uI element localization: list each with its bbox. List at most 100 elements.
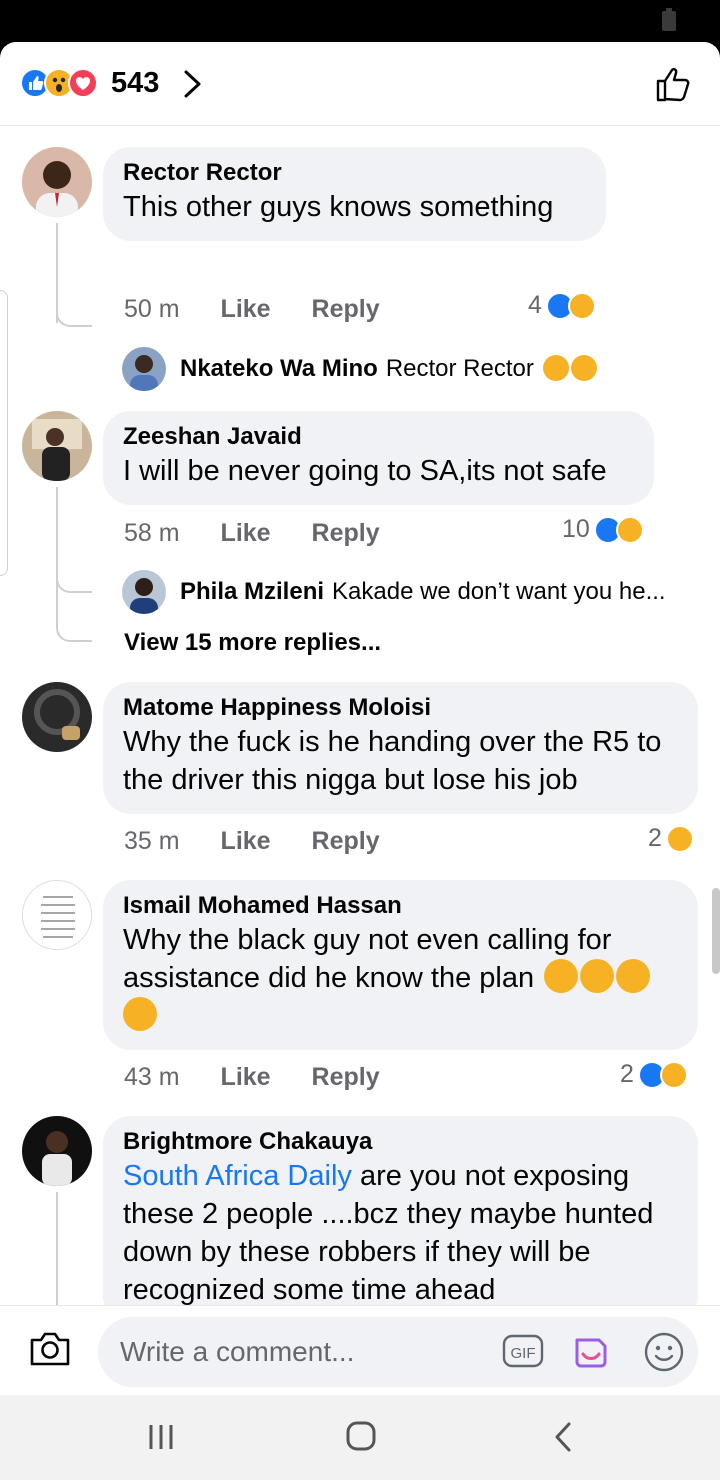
comment-time: 50 m <box>124 295 180 323</box>
reaction-count: 10 <box>562 515 590 543</box>
comment-text-line: Why the black guy not even calling for <box>123 924 612 956</box>
home-icon[interactable] <box>345 1420 377 1452</box>
reply-author[interactable]: Nkateko Wa Mino <box>180 355 378 382</box>
comment-actions: 58 m Like Reply <box>124 519 414 548</box>
comment-bubble[interactable]: Rector Rector This other guys knows some… <box>103 147 606 241</box>
thread-line <box>56 1192 58 1305</box>
love-icon <box>68 68 98 98</box>
avatar[interactable] <box>22 411 92 481</box>
comment-actions: 43 m Like Reply <box>124 1063 414 1092</box>
comment-author[interactable]: Matome Happiness Moloisi <box>123 693 678 723</box>
reaction-count[interactable]: 543 <box>111 67 159 100</box>
avatar[interactable] <box>122 570 166 614</box>
page-mention-link[interactable]: South Africa Daily <box>123 1160 352 1192</box>
avatar[interactable] <box>122 347 166 391</box>
back-icon[interactable] <box>552 1421 574 1453</box>
comment-bubble[interactable]: Brightmore Chakauya South Africa Daily a… <box>103 1116 698 1305</box>
svg-text:GIF: GIF <box>511 1345 536 1362</box>
scrollbar-thumb[interactable] <box>712 888 720 974</box>
haha-icon <box>665 824 694 853</box>
sticker-icon[interactable] <box>571 1332 611 1372</box>
laughing-emoji-icon <box>123 997 157 1031</box>
reply-author[interactable]: Phila Mzileni <box>180 578 324 605</box>
comment-time: 35 m <box>124 827 180 855</box>
comment-text: these 2 people ....bcz they maybe hunted <box>123 1198 654 1230</box>
reply-link[interactable]: Reply <box>312 519 380 547</box>
comment-text-line: are you not exposing <box>351 1160 630 1192</box>
reply-text: Kakade we don’t want you he... <box>332 578 666 605</box>
camera-icon[interactable] <box>28 1328 72 1368</box>
comment-bubble[interactable]: Matome Happiness Moloisi Why the fuck is… <box>103 682 698 814</box>
reply-link[interactable]: Reply <box>312 295 380 323</box>
status-bar <box>0 0 720 42</box>
comment-text: down by these robbers if they will be <box>123 1236 591 1268</box>
reaction-count: 4 <box>528 291 542 319</box>
thread-connector <box>56 622 92 642</box>
reply-link[interactable]: Reply <box>312 1063 380 1091</box>
reaction-count: 2 <box>620 1060 634 1088</box>
comment-actions: 50 m Like Reply <box>124 295 414 324</box>
comment-bubble[interactable]: Ismail Mohamed Hassan Why the black guy … <box>103 880 698 1050</box>
comment-text: recognized some time ahead <box>123 1274 496 1305</box>
gif-icon[interactable]: GIF <box>502 1334 544 1368</box>
reply-preview[interactable]: Nkateko Wa Mino Rector Rector <box>180 355 597 383</box>
comment-text: South Africa Daily are you not exposing <box>123 1157 678 1195</box>
comment-actions: 35 m Like Reply <box>124 827 414 856</box>
reaction-count: 2 <box>648 824 662 852</box>
comment-time: 43 m <box>124 1063 180 1091</box>
comment-text: the driver this nigga but lose his job <box>123 764 578 796</box>
comment-reactions[interactable]: 4 <box>528 291 596 320</box>
laughing-emoji-icon <box>544 959 579 993</box>
view-more-replies-link[interactable]: View 15 more replies... <box>124 629 381 657</box>
reactions-header: 543 <box>0 42 720 126</box>
battery-icon <box>662 8 676 31</box>
comment-text: assistance did he know the plan <box>123 959 678 997</box>
like-link[interactable]: Like <box>221 827 271 855</box>
comment-time: 58 m <box>124 519 180 547</box>
like-link[interactable]: Like <box>221 519 271 547</box>
system-navigation-bar <box>0 1395 720 1480</box>
comment-reactions[interactable]: 2 <box>648 824 694 853</box>
comment-author[interactable]: Rector Rector <box>123 158 586 188</box>
laughing-emoji-icon <box>616 959 651 993</box>
emoji-icon[interactable] <box>643 1331 685 1373</box>
comment-text: Why the black guy not even calling for <box>123 921 678 959</box>
comment-text <box>123 997 678 1035</box>
comment-list: Rector Rector This other guys knows some… <box>0 127 720 1305</box>
avatar[interactable] <box>22 1116 92 1186</box>
comment-reactions[interactable]: 2 <box>620 1060 688 1089</box>
comment-text: Why the fuck is he handing over the R5 t… <box>123 726 662 758</box>
comment-input-placeholder: Write a comment... <box>120 1336 355 1367</box>
avatar[interactable] <box>22 682 92 752</box>
comment-text-line: assistance did he know the plan <box>123 962 535 994</box>
comment-composer: Write a comment... GIF <box>0 1305 720 1395</box>
comment-author[interactable]: Ismail Mohamed Hassan <box>123 891 678 921</box>
avatar[interactable] <box>22 147 92 217</box>
thread-connector <box>56 573 92 593</box>
comment-text: This other guys knows something <box>123 191 554 223</box>
avatar[interactable] <box>22 880 92 950</box>
haha-icon <box>567 291 596 320</box>
comment-author[interactable]: Brightmore Chakauya <box>123 1127 678 1157</box>
haha-icon <box>659 1060 688 1089</box>
thinking-emoji-icon <box>570 355 597 381</box>
thinking-emoji-icon <box>542 355 569 381</box>
reply-preview[interactable]: Phila Mzileni Kakade we don’t want you he… <box>180 578 666 606</box>
comment-input[interactable]: Write a comment... GIF <box>98 1317 698 1387</box>
comment-text: I will be never going to SA,its not safe <box>123 455 607 487</box>
like-link[interactable]: Like <box>221 1063 271 1091</box>
like-outline-icon[interactable] <box>654 64 694 104</box>
chevron-right-icon[interactable] <box>180 69 206 99</box>
haha-icon <box>615 515 644 544</box>
thread-connector <box>56 307 92 327</box>
scroll-indicator <box>0 290 8 576</box>
like-link[interactable]: Like <box>221 295 271 323</box>
comment-reactions[interactable]: 10 <box>562 515 644 544</box>
recent-apps-icon[interactable] <box>146 1421 176 1453</box>
thread-line <box>56 487 58 627</box>
comments-sheet: 543 Rector Rector This other guys knows … <box>0 42 720 1395</box>
laughing-emoji-icon <box>580 959 615 993</box>
comment-bubble[interactable]: Zeeshan Javaid I will be never going to … <box>103 411 654 505</box>
comment-author[interactable]: Zeeshan Javaid <box>123 422 634 452</box>
reply-link[interactable]: Reply <box>312 827 380 855</box>
